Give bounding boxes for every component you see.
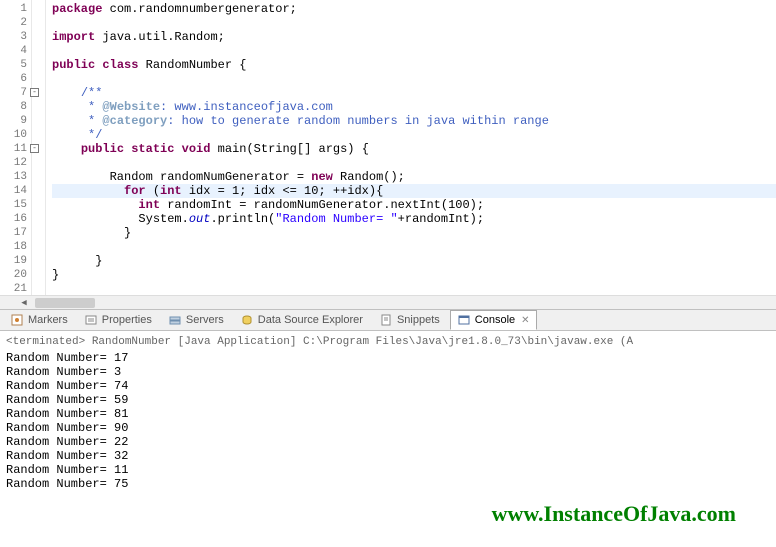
- code-line[interactable]: [52, 16, 776, 30]
- line-number: 5: [0, 58, 27, 72]
- code-line[interactable]: Random randomNumGenerator = new Random()…: [52, 170, 776, 184]
- code-line[interactable]: * @Website: www.instanceofjava.com: [52, 100, 776, 114]
- console-output-line: Random Number= 90: [6, 421, 770, 435]
- tab-label: Data Source Explorer: [258, 314, 363, 326]
- line-number: 6: [0, 72, 27, 86]
- line-number: 9: [0, 114, 27, 128]
- tab-label: Properties: [102, 314, 152, 326]
- console-icon: [457, 313, 471, 327]
- servers-icon: [168, 313, 182, 327]
- fold-toggle-icon[interactable]: -: [30, 88, 39, 97]
- console-output-line: Random Number= 22: [6, 435, 770, 449]
- markers-icon: [10, 313, 24, 327]
- console-output-line: Random Number= 11: [6, 463, 770, 477]
- code-editor[interactable]: 1234567-891011-12131415161718192021 pack…: [0, 0, 776, 295]
- console-output-line: Random Number= 3: [6, 365, 770, 379]
- line-number: 20: [0, 268, 27, 282]
- horizontal-scrollbar[interactable]: ◀: [0, 295, 776, 309]
- datasource-icon: [240, 313, 254, 327]
- line-number: 7-: [0, 86, 27, 100]
- line-number: 17: [0, 226, 27, 240]
- line-gutter: 1234567-891011-12131415161718192021: [0, 0, 32, 295]
- snippets-icon: [379, 313, 393, 327]
- tab-servers[interactable]: Servers: [162, 311, 230, 329]
- code-content[interactable]: package com.randomnumbergenerator; import…: [46, 0, 776, 295]
- code-line[interactable]: }: [52, 268, 776, 282]
- watermark-text: www.InstanceOfJava.com: [492, 501, 736, 527]
- code-line[interactable]: for (int idx = 1; idx <= 10; ++idx){: [52, 184, 776, 198]
- line-number: 8: [0, 100, 27, 114]
- code-line[interactable]: package com.randomnumbergenerator;: [52, 2, 776, 16]
- code-line[interactable]: }: [52, 254, 776, 268]
- line-number: 11-: [0, 142, 27, 156]
- code-line[interactable]: }: [52, 226, 776, 240]
- code-line[interactable]: [52, 240, 776, 254]
- line-number: 2: [0, 16, 27, 30]
- views-tabbar[interactable]: Markers Properties Servers Data Source Expl…: [0, 309, 776, 331]
- line-number: 3: [0, 30, 27, 44]
- code-line[interactable]: * @category: how to generate random numb…: [52, 114, 776, 128]
- code-line[interactable]: /**: [52, 86, 776, 100]
- close-icon[interactable]: ✕: [521, 315, 529, 326]
- code-line[interactable]: [52, 156, 776, 170]
- tab-label: Servers: [186, 314, 224, 326]
- console-output-line: Random Number= 17: [6, 351, 770, 365]
- tab-data-source-explorer[interactable]: Data Source Explorer: [234, 311, 369, 329]
- console-output-line: Random Number= 32: [6, 449, 770, 463]
- code-line[interactable]: [52, 72, 776, 86]
- line-number: 18: [0, 240, 27, 254]
- code-line[interactable]: int randomInt = randomNumGenerator.nextI…: [52, 198, 776, 212]
- scroll-left-arrow[interactable]: ◀: [18, 297, 30, 309]
- tab-properties[interactable]: Properties: [78, 311, 158, 329]
- console-output-line: Random Number= 75: [6, 477, 770, 491]
- tab-label: Snippets: [397, 314, 440, 326]
- code-line[interactable]: [52, 44, 776, 58]
- code-line[interactable]: public static void main(String[] args) {: [52, 142, 776, 156]
- properties-icon: [84, 313, 98, 327]
- scroll-thumb[interactable]: [35, 298, 95, 308]
- line-number: 1: [0, 2, 27, 16]
- console-process-header: <terminated> RandomNumber [Java Applicat…: [6, 335, 770, 349]
- line-number: 19: [0, 254, 27, 268]
- line-number: 10: [0, 128, 27, 142]
- line-number: 16: [0, 212, 27, 226]
- code-line[interactable]: */: [52, 128, 776, 142]
- code-line[interactable]: import java.util.Random;: [52, 30, 776, 44]
- tab-label: Console: [475, 314, 515, 326]
- tab-snippets[interactable]: Snippets: [373, 311, 446, 329]
- code-line[interactable]: public class RandomNumber {: [52, 58, 776, 72]
- fold-toggle-icon[interactable]: -: [30, 144, 39, 153]
- line-number: 14: [0, 184, 27, 198]
- line-number: 21: [0, 282, 27, 295]
- line-number: 15: [0, 198, 27, 212]
- code-line[interactable]: System.out.println("Random Number= "+ran…: [52, 212, 776, 226]
- line-number: 13: [0, 170, 27, 184]
- console-output-line: Random Number= 59: [6, 393, 770, 407]
- console-view: <terminated> RandomNumber [Java Applicat…: [0, 331, 776, 495]
- console-output-line: Random Number= 81: [6, 407, 770, 421]
- tab-markers[interactable]: Markers: [4, 311, 74, 329]
- tab-console[interactable]: Console ✕: [450, 310, 537, 330]
- console-output-line: Random Number= 74: [6, 379, 770, 393]
- tab-label: Markers: [28, 314, 68, 326]
- line-number: 12: [0, 156, 27, 170]
- line-number: 4: [0, 44, 27, 58]
- code-line[interactable]: [52, 282, 776, 295]
